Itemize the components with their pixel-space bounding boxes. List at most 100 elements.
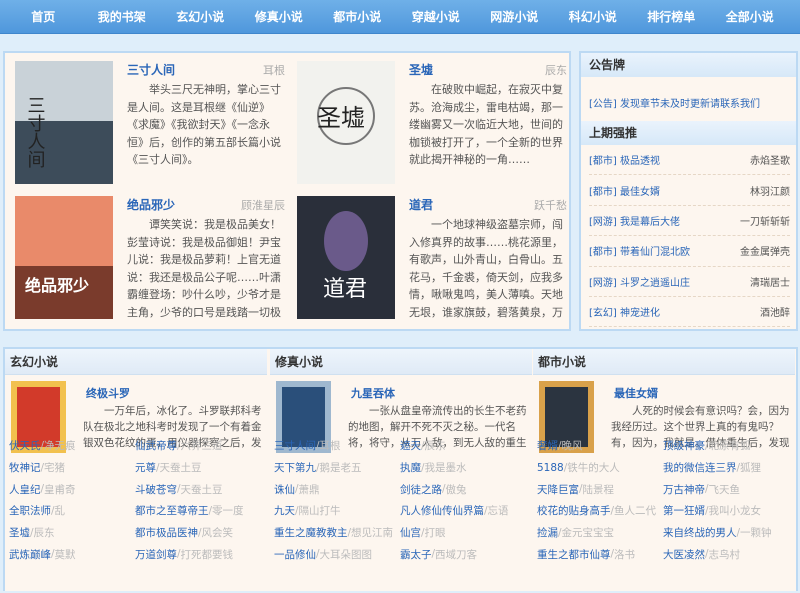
book-author: 辰东 — [545, 64, 567, 77]
list-item: 天下第九 / 鹅是老五 — [274, 457, 400, 479]
book-link[interactable]: 都市极品医神 — [135, 525, 198, 540]
featured-title[interactable]: 终极斗罗 — [86, 385, 130, 401]
book-author: 六界三道 — [180, 440, 223, 453]
book-title[interactable]: 道君 — [409, 196, 433, 213]
book-title[interactable]: 绝品邪少 — [127, 196, 175, 213]
category-xiuzhen: 修真小说 九星吞体 一张从盘皇帝流传出的长生不老药的地图，解开不死不灭之秘。一代… — [270, 349, 532, 593]
ranking-book[interactable]: [玄幻] 神宠进化 — [589, 304, 660, 319]
book-link[interactable]: 九天 — [274, 503, 295, 518]
book-link[interactable]: 凡人修仙传仙界篇 — [400, 503, 484, 518]
book-link[interactable]: 万道剑尊 — [135, 547, 177, 562]
ranking-item: [网游] 我是幕后大佬 一刀斩斩斩 — [589, 206, 790, 237]
notice-text[interactable]: [公告] 发现章节未及时更新请联系我们 — [581, 77, 796, 121]
category-list: 三寸人间 / 耳根 遮天 / 辰东 天下第九 / 鹅是老五 执魔 / 我是墨水 诛仙 / 萧鼎 剑徒之路 / 傲兔… — [274, 435, 528, 565]
featured-title[interactable]: 最佳女婿 — [614, 385, 658, 401]
nav-ranking[interactable]: 排行榜单 — [632, 8, 711, 25]
book-link[interactable]: 仙宫 — [400, 525, 421, 540]
book-author: 陆景程 — [582, 483, 615, 496]
ranking-title: 上期强推 — [581, 121, 796, 145]
book-link[interactable]: 霸太子 — [400, 547, 432, 562]
book-link[interactable]: 捡漏 — [537, 525, 558, 540]
book-link[interactable]: 大医凌然 — [663, 547, 705, 562]
nav-xiuzhen[interactable]: 修真小说 — [240, 8, 319, 25]
list-item: 仙宫 / 打眼 — [400, 522, 526, 544]
book-link[interactable]: 武炼巅峰 — [9, 547, 51, 562]
book-author: 傲兔 — [445, 483, 467, 496]
nav-kehuan[interactable]: 科幻小说 — [554, 8, 633, 25]
book-link[interactable]: 圣墟 — [9, 525, 30, 540]
book-link[interactable]: 诛仙 — [274, 482, 295, 497]
list-item: 天降巨富 / 陆景程 — [537, 478, 663, 500]
list-item: 我的微信连三界 / 狐狸 — [663, 457, 789, 479]
book-link[interactable]: 伏天氏 — [9, 438, 41, 453]
ranking-book[interactable]: [网游] 我是幕后大佬 — [589, 213, 680, 228]
book-cover[interactable]: 圣墟 — [297, 61, 395, 184]
featured-book: 圣墟 圣墟 辰东 在破败中崛起，在寂灭中复苏。沧海成尘，雷电枯竭，那一缕幽雾又一… — [291, 61, 571, 191]
book-author: 耳根 — [319, 440, 341, 453]
book-cover[interactable]: 道君 — [297, 196, 395, 319]
category-title[interactable]: 都市小说 — [533, 349, 795, 375]
nav-home[interactable]: 首页 — [4, 8, 83, 25]
book-link[interactable]: 重生之魔教教主 — [274, 525, 348, 540]
book-link[interactable]: 来自终战的男人 — [663, 525, 737, 540]
book-title[interactable]: 三寸人间 — [127, 61, 175, 78]
book-link[interactable]: 5188 — [537, 462, 564, 474]
ranking-book[interactable]: [都市] 极品透视 — [589, 152, 660, 167]
book-link[interactable]: 第一狂婿 — [663, 503, 705, 518]
nav-wangyou[interactable]: 网游小说 — [475, 8, 554, 25]
list-item: 校花的贴身高手 / 鱼人二代 — [537, 500, 663, 522]
book-author: 打眼 — [424, 527, 446, 540]
book-link[interactable]: 遮天 — [400, 438, 421, 453]
featured-title[interactable]: 九星吞体 — [351, 385, 395, 401]
book-link[interactable]: 我的微信连三界 — [663, 460, 737, 475]
nav-all[interactable]: 全部小说 — [711, 8, 790, 25]
book-link[interactable]: 一品修仙 — [274, 547, 316, 562]
ranking-item: [都市] 最佳女婿 林羽江颜 — [589, 175, 790, 206]
ranking-book[interactable]: [都市] 带着仙门混北欧 — [589, 243, 690, 258]
list-item: 大医凌然 / 志鸟村 — [663, 543, 789, 565]
book-link[interactable]: 执魔 — [400, 460, 421, 475]
nav-bookshelf[interactable]: 我的书架 — [83, 8, 162, 25]
book-author: 耳根 — [263, 64, 285, 77]
category-title[interactable]: 修真小说 — [270, 349, 532, 375]
book-link[interactable]: 剑徒之路 — [400, 482, 442, 497]
top-nav: 首页 我的书架 玄幻小说 修真小说 都市小说 穿越小说 网游小说 科幻小说 排行… — [0, 0, 800, 34]
book-link[interactable]: 元尊 — [135, 460, 156, 475]
svg-text:绝品邪少: 绝品邪少 — [25, 276, 89, 295]
book-cover[interactable]: 三寸人间 — [15, 61, 113, 184]
book-link[interactable]: 天降巨富 — [537, 482, 579, 497]
ranking-book[interactable]: [都市] 最佳女婿 — [589, 183, 660, 198]
category-title[interactable]: 玄幻小说 — [5, 349, 267, 375]
book-author: 天蚕土豆 — [180, 483, 223, 496]
nav-chuanyue[interactable]: 穿越小说 — [397, 8, 476, 25]
book-link[interactable]: 仙武帝尊 — [135, 438, 177, 453]
book-link[interactable]: 顶级神豪 — [663, 438, 705, 453]
book-link[interactable]: 奢婿 — [537, 438, 558, 453]
book-desc: 在破败中崛起，在寂灭中复苏。沧海成尘，雷电枯竭，那一缕幽雾又一次临近大地，世间的… — [409, 83, 563, 166]
list-item: 全职法师 / 乱 — [9, 500, 135, 522]
book-link[interactable]: 校花的贴身高手 — [537, 503, 611, 518]
book-link[interactable]: 三寸人间 — [274, 438, 316, 453]
book-author: 西域刀客 — [435, 548, 478, 561]
book-link[interactable]: 人皇纪 — [9, 482, 41, 497]
book-author: 大耳朵图图 — [319, 548, 373, 561]
list-item: 第一狂婿 / 我叫小龙女 — [663, 500, 789, 522]
book-desc: 一个地球神级盗墓宗师，闯入修真界的故事……桃花源里，有歌声，山外青山，白骨山。五… — [409, 218, 563, 319]
book-link[interactable]: 天下第九 — [274, 460, 316, 475]
book-link[interactable]: 全职法师 — [9, 503, 51, 518]
list-item: 凡人修仙传仙界篇 / 忘语 — [400, 500, 526, 522]
book-link[interactable]: 斗破苍穹 — [135, 482, 177, 497]
list-item: 都市之至尊帝王 / 零一度 — [135, 500, 261, 522]
book-author: 北原有狐 — [708, 440, 751, 453]
nav-dushi[interactable]: 都市小说 — [318, 8, 397, 25]
book-cover[interactable]: 绝品邪少 — [15, 196, 113, 319]
book-link[interactable]: 牧神记 — [9, 460, 41, 475]
nav-xuanhuan[interactable]: 玄幻小说 — [161, 8, 240, 25]
book-author: 晚风 — [561, 440, 583, 453]
book-link[interactable]: 重生之都市仙尊 — [537, 547, 611, 562]
book-link[interactable]: 都市之至尊帝王 — [135, 503, 209, 518]
book-title[interactable]: 圣墟 — [409, 61, 433, 78]
ranking-item: [都市] 带着仙门混北欧 金金属弹壳 — [589, 236, 790, 267]
ranking-book[interactable]: [网游] 斗罗之逍遥山庄 — [589, 274, 690, 289]
book-link[interactable]: 万古神帝 — [663, 482, 705, 497]
